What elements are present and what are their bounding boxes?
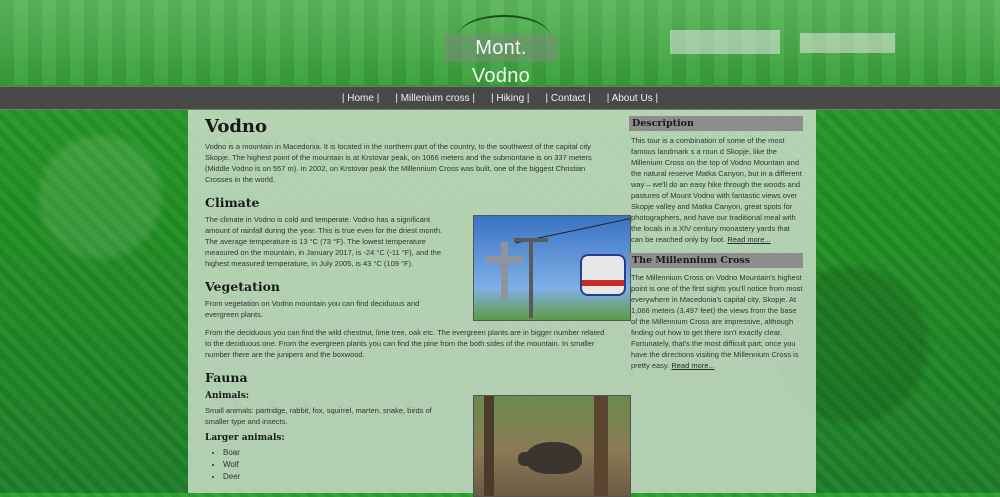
- main-content: Vodno Vodno is a mountain in Macedonia. …: [205, 116, 631, 497]
- header-banner: Mont. Vodno: [0, 0, 1000, 87]
- pylon-shape: [529, 238, 533, 318]
- intro-text: Vodno is a mountain in Macedonia. It is …: [205, 142, 592, 184]
- description-heading: Description: [629, 116, 803, 131]
- sidebar: Description This tour is a combination o…: [629, 116, 803, 379]
- main-nav: | Home | | Millenium cross | | Hiking | …: [0, 86, 1000, 110]
- nav-about-us[interactable]: | About Us |: [607, 93, 658, 104]
- building-shape: [800, 33, 895, 53]
- content-panel: Vodno Vodno is a mountain in Macedonia. …: [188, 110, 816, 497]
- description-body: This tour is a combination of some of th…: [631, 136, 802, 244]
- millennium-heading: The Millennium Cross: [629, 253, 803, 268]
- vegetation-text: From vegetation on Vodno mountain you ca…: [205, 299, 420, 319]
- nav-contact[interactable]: | Contact |: [546, 93, 591, 104]
- tree-shape: [484, 396, 494, 496]
- description-text: This tour is a combination of some of th…: [631, 135, 803, 245]
- cable-car-photo: [473, 215, 631, 321]
- building-shape: [670, 30, 780, 54]
- pylon-shape: [514, 238, 548, 242]
- nav-hiking[interactable]: | Hiking |: [491, 93, 530, 104]
- boar-shape: [526, 442, 582, 474]
- cross-shape: [486, 256, 523, 263]
- cross-shape: [501, 242, 508, 300]
- nav-home[interactable]: | Home |: [342, 93, 379, 104]
- nav-millenium-cross[interactable]: | Millenium cross |: [395, 93, 475, 104]
- gondola-shape: [580, 254, 626, 296]
- millennium-body: The Millennium Cross on Vodno Mountain's…: [631, 273, 803, 370]
- description-read-more-link[interactable]: Read more...: [727, 235, 770, 244]
- page-title: Vodno: [205, 116, 267, 137]
- millennium-read-more-link[interactable]: Read more...: [671, 361, 714, 370]
- vegetation-details: From the deciduous you can find the wild…: [205, 328, 605, 359]
- site-logo[interactable]: Mont. Vodno: [444, 34, 558, 87]
- climate-heading: Climate: [205, 195, 260, 210]
- gondola-shape: [582, 280, 624, 286]
- fauna-heading: Fauna: [205, 370, 248, 385]
- tree-shape: [594, 396, 608, 496]
- small-animals-text: Small animals: partridge, rabbit, fox, s…: [205, 406, 432, 426]
- climate-text: The climate in Vodno is cold and tempera…: [205, 215, 443, 268]
- boar-photo: [473, 395, 631, 497]
- millennium-text: The Millennium Cross on Vodno Mountain's…: [631, 272, 803, 371]
